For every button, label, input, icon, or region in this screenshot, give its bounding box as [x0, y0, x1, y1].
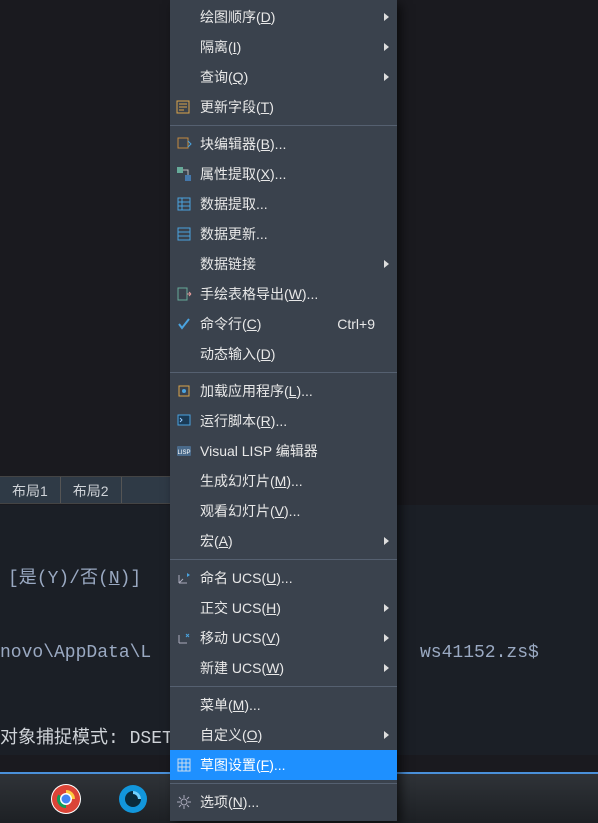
attr-icon	[172, 166, 196, 182]
menu-label: 菜单(M)...	[196, 695, 397, 715]
menu-new-ucs[interactable]: 新建 UCS(W)	[170, 653, 397, 683]
menu-named-ucs[interactable]: 命名 UCS(U)...	[170, 563, 397, 593]
menu-label: 新建 UCS(W)	[196, 658, 397, 678]
menu-move-ucs[interactable]: 移动 UCS(V)	[170, 623, 397, 653]
menu-isolate[interactable]: 隔离(I)	[170, 32, 397, 62]
menu-load-app[interactable]: 加载应用程序(L)...	[170, 376, 397, 406]
menu-label: 宏(A)	[196, 531, 397, 551]
menu-label: 隔离(I)	[196, 37, 397, 57]
menu-menu[interactable]: 菜单(M)...	[170, 690, 397, 720]
command-path: novo\AppData\L	[0, 643, 151, 663]
export-icon	[172, 286, 196, 302]
field-icon	[172, 99, 196, 115]
menu-separator	[170, 783, 397, 784]
command-suffix: ws41152.zs$	[420, 643, 539, 663]
menu-table-export[interactable]: 手绘表格导出(W)...	[170, 279, 397, 309]
menu-label: 数据提取...	[196, 194, 397, 214]
menu-custom[interactable]: 自定义(O)	[170, 720, 397, 750]
menu-label: 更新字段(T)	[196, 97, 397, 117]
menu-label: 草图设置(F)...	[196, 755, 397, 775]
menu-label: Visual LISP 编辑器	[196, 441, 397, 461]
menu-label: 手绘表格导出(W)...	[196, 284, 397, 304]
menu-label: 命名 UCS(U)...	[196, 568, 397, 588]
menu-draw-order[interactable]: 绘图顺序(D)	[170, 2, 397, 32]
menu-data-update[interactable]: 数据更新...	[170, 219, 397, 249]
menu-label: 数据链接	[196, 254, 397, 274]
menu-label: 属性提取(X)...	[196, 164, 397, 184]
menu-attr-extract[interactable]: 属性提取(X)...	[170, 159, 397, 189]
tab-layout1[interactable]: 布局1	[0, 477, 61, 503]
lisp-icon: LISP	[172, 443, 196, 459]
tab-layout2[interactable]: 布局2	[61, 477, 122, 503]
menu-commandline[interactable]: 命令行(C)Ctrl+9	[170, 309, 397, 339]
svg-text:LISP: LISP	[177, 450, 190, 456]
menu-block-editor[interactable]: 块编辑器(B)...	[170, 129, 397, 159]
ucs-icon	[172, 570, 196, 586]
menu-separator	[170, 559, 397, 560]
menu-vlisp[interactable]: LISP Visual LISP 编辑器	[170, 436, 397, 466]
qq-browser-icon[interactable]	[117, 783, 149, 815]
move-ucs-icon	[172, 630, 196, 646]
menu-macro[interactable]: 宏(A)	[170, 526, 397, 556]
data-update-icon	[172, 226, 196, 242]
menu-label: 动态输入(D)	[196, 344, 397, 364]
menu-separator	[170, 686, 397, 687]
menu-label: 自定义(O)	[196, 725, 397, 745]
menu-label: 数据更新...	[196, 224, 397, 244]
layout-tabs: 布局1 布局2	[0, 476, 170, 504]
grid-icon	[172, 757, 196, 773]
menu-label: 加载应用程序(L)...	[196, 381, 397, 401]
menu-run-script[interactable]: 运行脚本(R)...	[170, 406, 397, 436]
script-icon	[172, 413, 196, 429]
menu-options[interactable]: 选项(N)...	[170, 787, 397, 817]
menu-label: 观看幻灯片(V)...	[196, 501, 397, 521]
command-prompt: [是(Y)/否(N)]	[8, 563, 141, 589]
menu-query[interactable]: 查询(Q)	[170, 62, 397, 92]
menu-label: 块编辑器(B)...	[196, 134, 397, 154]
menu-dyn-input[interactable]: 动态输入(D)	[170, 339, 397, 369]
command-status: 对象捕捉模式: DSETT	[0, 723, 184, 749]
context-menu: 绘图顺序(D) 隔离(I) 查询(Q) 更新字段(T) 块编辑器(B)... 属…	[170, 0, 397, 821]
menu-label: 绘图顺序(D)	[196, 7, 397, 27]
check-icon	[172, 316, 196, 332]
menu-label: 运行脚本(R)...	[196, 411, 397, 431]
menu-label: 生成幻灯片(M)...	[196, 471, 397, 491]
menu-shortcut: Ctrl+9	[337, 316, 397, 332]
menu-make-slide[interactable]: 生成幻灯片(M)...	[170, 466, 397, 496]
menu-label: 正交 UCS(H)	[196, 598, 397, 618]
data-extract-icon	[172, 196, 196, 212]
menu-update-field[interactable]: 更新字段(T)	[170, 92, 397, 122]
chrome-icon[interactable]	[50, 783, 82, 815]
menu-data-extract[interactable]: 数据提取...	[170, 189, 397, 219]
menu-label: 移动 UCS(V)	[196, 628, 397, 648]
load-icon	[172, 383, 196, 399]
menu-label: 查询(Q)	[196, 67, 397, 87]
gear-icon	[172, 794, 196, 810]
menu-ortho-ucs[interactable]: 正交 UCS(H)	[170, 593, 397, 623]
menu-data-link[interactable]: 数据链接	[170, 249, 397, 279]
menu-view-slide[interactable]: 观看幻灯片(V)...	[170, 496, 397, 526]
menu-label: 命令行(C)	[196, 314, 337, 334]
menu-draft-settings[interactable]: 草图设置(F)...	[170, 750, 397, 780]
block-icon	[172, 136, 196, 152]
menu-separator	[170, 372, 397, 373]
menu-label: 选项(N)...	[196, 792, 397, 812]
menu-separator	[170, 125, 397, 126]
